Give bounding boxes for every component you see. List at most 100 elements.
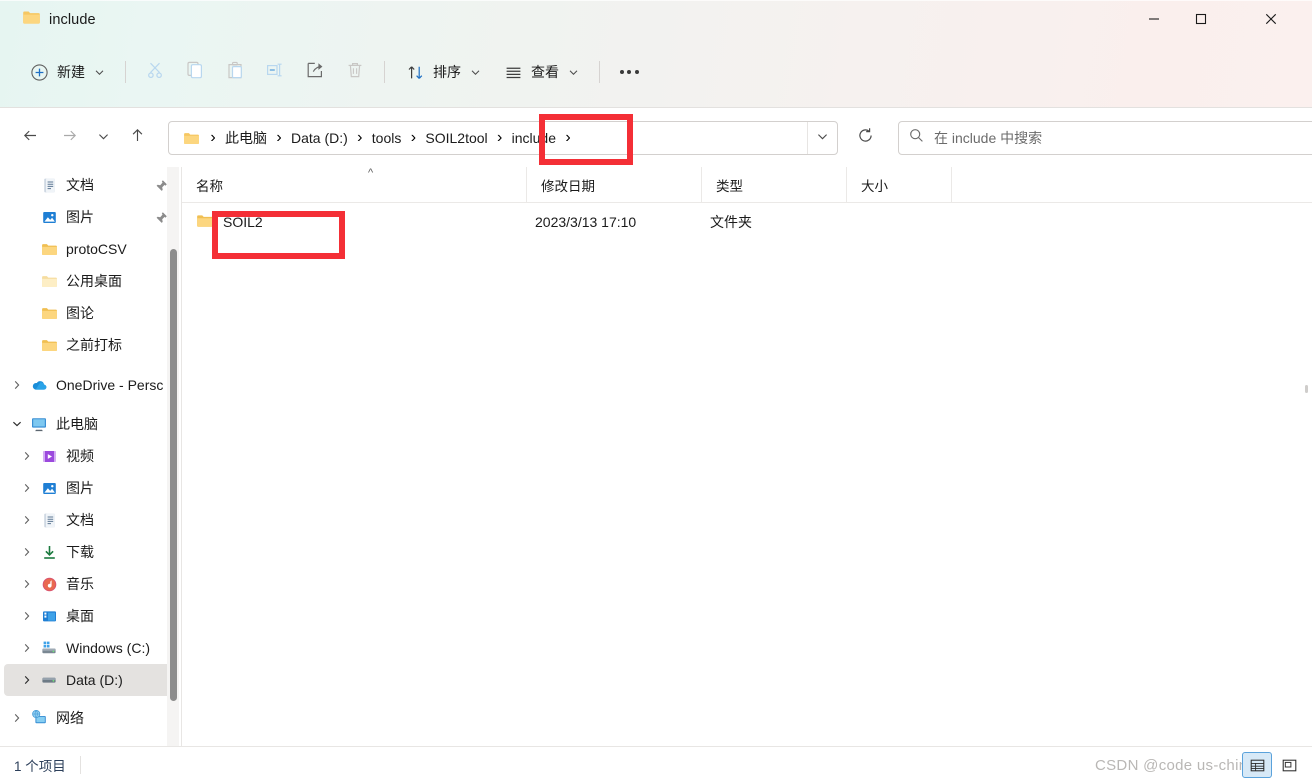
breadcrumb-chevron-5[interactable]: › <box>560 125 576 151</box>
sidebar-item-this-pc[interactable]: 此电脑 <box>4 408 174 440</box>
breadcrumb-item-include[interactable]: include <box>508 125 560 151</box>
sidebar-item-protocsv[interactable]: protoCSV <box>4 233 174 265</box>
file-list-scrollbar[interactable] <box>1305 385 1308 393</box>
breadcrumb-chevron-1[interactable]: › <box>271 125 287 151</box>
forward-button[interactable] <box>52 121 86 155</box>
paste-button[interactable] <box>215 53 255 91</box>
sidebar-item-label: 图片 <box>66 209 94 225</box>
close-icon[interactable] <box>1247 0 1294 38</box>
sidebar-item-onedrive[interactable]: OneDrive - Persc <box>4 369 174 401</box>
breadcrumb-chevron-0[interactable]: › <box>205 125 221 151</box>
share-icon <box>305 60 325 85</box>
large-icons-view-icon[interactable] <box>1274 752 1304 778</box>
breadcrumb-item-this-pc[interactable]: 此电脑 <box>221 125 271 151</box>
chevron-down-icon <box>817 129 828 147</box>
breadcrumb: › 此电脑 › Data (D:) › tools › SOIL2tool › … <box>205 122 807 154</box>
back-button[interactable] <box>13 121 47 155</box>
folder-icon <box>38 305 60 322</box>
column-header-type[interactable]: 类型 <box>702 167 847 203</box>
sidebar-item-documents[interactable]: 文档 <box>4 504 174 536</box>
view-button[interactable]: 查看 <box>492 53 590 91</box>
chevron-right-icon[interactable] <box>16 515 38 525</box>
sidebar-item-previous-labels[interactable]: 之前打标 <box>4 329 174 361</box>
arrow-left-icon <box>22 127 39 149</box>
minimize-icon[interactable] <box>1130 0 1177 38</box>
rename-icon <box>265 60 285 85</box>
this-pc-icon <box>28 415 50 433</box>
chevron-right-icon[interactable] <box>16 483 38 493</box>
breadcrumb-chevron-2[interactable]: › <box>352 125 368 151</box>
search-box[interactable] <box>898 121 1312 155</box>
sidebar-item-label: 文档 <box>66 512 94 528</box>
breadcrumb-chevron-3[interactable]: › <box>405 125 421 151</box>
details-view-icon[interactable] <box>1242 752 1272 778</box>
sort-button[interactable]: 排序 <box>394 53 492 91</box>
sidebar-scrollbar[interactable] <box>167 167 179 746</box>
toolbar-divider-3 <box>599 61 600 83</box>
new-button[interactable]: 新建 <box>18 53 116 91</box>
copy-button[interactable] <box>175 53 215 91</box>
sidebar-item-data-d[interactable]: Data (D:) <box>4 664 174 696</box>
chevron-right-icon[interactable] <box>16 611 38 621</box>
network-icon <box>28 709 50 727</box>
breadcrumb-item-tools[interactable]: tools <box>368 125 406 151</box>
status-divider <box>79 755 81 774</box>
breadcrumb-item-data-d[interactable]: Data (D:) <box>287 125 352 151</box>
sidebar-item-music[interactable]: 音乐 <box>4 568 174 600</box>
maximize-icon[interactable] <box>1177 0 1224 38</box>
column-header-size[interactable]: 大小 <box>847 167 952 203</box>
sidebar-item-pictures-quick[interactable]: 图片 <box>4 201 174 233</box>
delete-button[interactable] <box>335 53 375 91</box>
sidebar-item-label: 桌面 <box>66 608 94 624</box>
documents-icon <box>38 512 60 529</box>
chevron-right-icon[interactable] <box>6 380 28 390</box>
search-input[interactable] <box>934 122 1308 154</box>
sidebar-item-network[interactable]: 网络 <box>4 702 174 734</box>
sidebar-item-label: OneDrive - Persc <box>56 377 164 393</box>
chevron-right-icon[interactable] <box>16 643 38 653</box>
file-rows: SOIL2 2023/3/13 17:10 文件夹 <box>182 205 1312 239</box>
more-options-button[interactable] <box>609 53 649 91</box>
folder-icon <box>38 337 60 354</box>
chevron-right-icon[interactable] <box>16 675 38 685</box>
sidebar-item-documents-quick[interactable]: 文档 <box>4 169 174 201</box>
item-count-label: 1 个项目 <box>14 758 66 774</box>
documents-icon <box>38 177 60 194</box>
sidebar-item-label: 文档 <box>66 177 94 193</box>
chevron-right-icon[interactable] <box>6 713 28 723</box>
sidebar-item-videos[interactable]: 视频 <box>4 440 174 472</box>
refresh-button[interactable] <box>848 121 882 155</box>
column-header-name[interactable]: 名称 ^ <box>182 167 527 203</box>
rename-button[interactable] <box>255 53 295 91</box>
title-bar: include <box>0 0 1312 40</box>
cut-button[interactable] <box>135 53 175 91</box>
navigation-bar: › 此电脑 › Data (D:) › tools › SOIL2tool › … <box>0 109 1312 167</box>
address-bar[interactable]: › 此电脑 › Data (D:) › tools › SOIL2tool › … <box>168 121 838 155</box>
arrow-up-icon <box>129 127 146 149</box>
sidebar-item-pictures[interactable]: 图片 <box>4 472 174 504</box>
trash-icon <box>345 60 365 85</box>
column-header-date-modified[interactable]: 修改日期 <box>527 167 702 203</box>
plus-circle-icon <box>29 62 49 82</box>
sidebar-item-desktop[interactable]: 桌面 <box>4 600 174 632</box>
sidebar-item-windows-c[interactable]: Windows (C:) <box>4 632 174 664</box>
chevron-right-icon[interactable] <box>16 451 38 461</box>
active-tab[interactable]: include <box>0 0 112 40</box>
chevron-right-icon[interactable] <box>16 547 38 557</box>
up-button[interactable] <box>120 121 154 155</box>
share-button[interactable] <box>295 53 335 91</box>
chevron-down-icon[interactable] <box>6 419 28 429</box>
sidebar-item-public-desktop[interactable]: 公用桌面 <box>4 265 174 297</box>
breadcrumb-chevron-4[interactable]: › <box>492 125 508 151</box>
sidebar-scrollbar-thumb[interactable] <box>170 249 177 701</box>
folder-icon <box>38 241 60 258</box>
address-dropdown-button[interactable] <box>807 122 837 154</box>
table-row[interactable]: SOIL2 2023/3/13 17:10 文件夹 <box>188 205 1306 239</box>
address-root-folder-icon[interactable] <box>177 125 205 151</box>
sidebar-item-graph-theory[interactable]: 图论 <box>4 297 174 329</box>
breadcrumb-item-soil2tool[interactable]: SOIL2tool <box>421 125 491 151</box>
column-header-date-label: 修改日期 <box>541 178 595 194</box>
chevron-right-icon[interactable] <box>16 579 38 589</box>
sidebar-item-downloads[interactable]: 下载 <box>4 536 174 568</box>
recent-locations-button[interactable] <box>91 121 115 155</box>
